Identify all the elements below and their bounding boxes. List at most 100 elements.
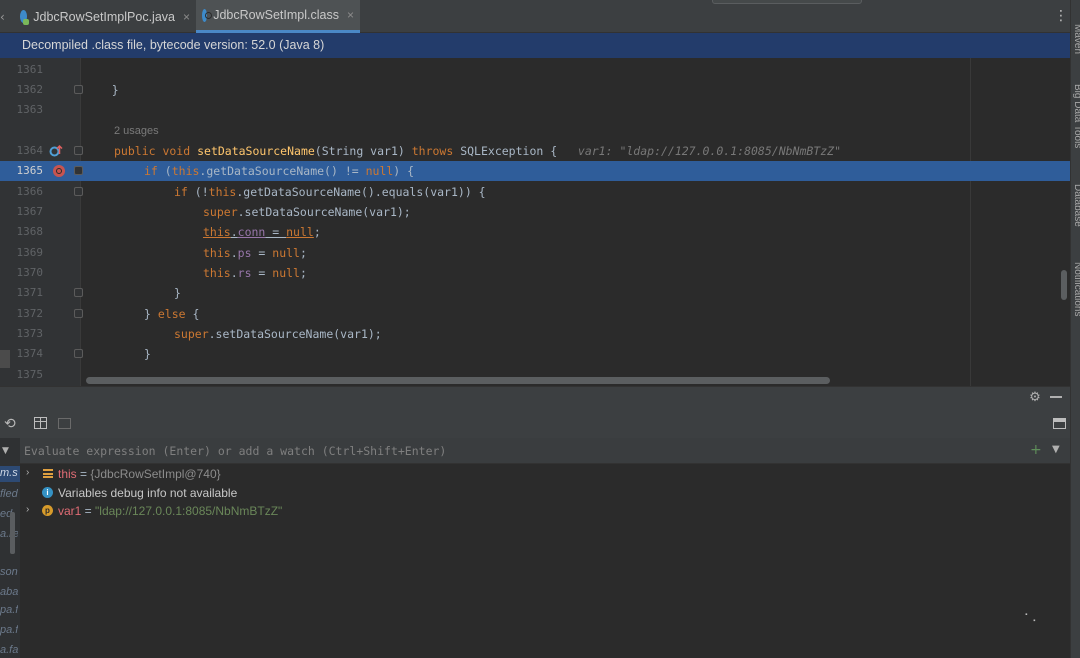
code-line-current: 1365 if (this.getDataSourceName() != nul… — [0, 161, 1070, 181]
fold-icon[interactable] — [74, 309, 83, 318]
frame-item[interactable]: pa.f — [0, 604, 18, 616]
add-watch-icon[interactable]: + — [1030, 442, 1042, 458]
minimize-icon[interactable] — [1050, 396, 1062, 398]
frames-scrollbar[interactable] — [10, 512, 15, 554]
variable-entry: this = {JdbcRowSetImpl@740} — [58, 467, 221, 481]
code-editor[interactable]: 1361 1362 } 1363 2 usages 1364 public vo… — [0, 58, 1070, 386]
close-tab-icon[interactable]: × — [183, 10, 190, 24]
debug-panel-header — [0, 386, 1070, 410]
code-line: 1366 if (!this.getDataSourceName().equal… — [0, 182, 1070, 202]
code-text: } — [174, 286, 181, 300]
code-line: 1361 — [0, 60, 1070, 80]
frame-item[interactable]: son — [0, 566, 18, 578]
line-number: 1373 — [16, 327, 44, 340]
layout-settings-icon[interactable] — [1053, 418, 1066, 429]
variable-row-info: i Variables debug info not available — [20, 484, 1070, 503]
code-line: 1367 super.setDataSourceName(var1); — [0, 202, 1070, 222]
code-line: 1370 this.rs = null; — [0, 263, 1070, 283]
code-text: if (this.getDataSourceName() != null) { — [144, 164, 415, 178]
expand-arrow-icon[interactable]: › — [26, 467, 36, 478]
frame-item[interactable]: fled — [0, 488, 18, 500]
line-number: 1368 — [16, 225, 44, 238]
line-number: 1364 — [16, 144, 44, 157]
override-method-icon[interactable] — [49, 144, 63, 158]
fold-icon[interactable] — [74, 85, 83, 94]
variable-entry: var1 = "ldap://127.0.0.1:8085/NbNmBTzZ" — [58, 504, 283, 518]
line-number: 1367 — [16, 205, 44, 218]
info-icon: i — [42, 487, 53, 498]
line-number: 1372 — [16, 307, 44, 320]
code-line: 1369 this.ps = null; — [0, 243, 1070, 263]
method-signature: public void setDataSourceName(String var… — [114, 144, 842, 158]
debug-toolbar — [0, 410, 1070, 438]
frame-item[interactable]: a.fa — [0, 644, 18, 656]
expand-arrow-icon[interactable]: › — [26, 504, 36, 515]
frame-item[interactable]: a.re — [0, 528, 18, 540]
tab-scroll-left-icon[interactable]: ‹ — [0, 10, 8, 24]
chevron-down-icon[interactable]: ▼ — [1052, 444, 1064, 455]
line-number: 1369 — [16, 246, 44, 259]
code-line: 1373 super.setDataSourceName(var1); — [0, 324, 1070, 344]
evaluate-expression-input[interactable] — [24, 444, 984, 458]
tab-jdbcrowsetimpl-class[interactable]: JdbcRowSetImpl.class × — [196, 0, 360, 33]
tab-label: JdbcRowSetImpl.class — [213, 8, 339, 22]
debug-info-message: Variables debug info not available — [58, 486, 238, 500]
usages-hint[interactable]: 2 usages — [114, 125, 159, 137]
gear-icon[interactable]: ⚙ — [1028, 390, 1042, 405]
variable-row-var1[interactable]: › p var1 = "ldap://127.0.0.1:8085/NbNmBT… — [20, 502, 1070, 521]
breakpoint-icon[interactable] — [53, 165, 65, 177]
code-line: 1372 } else { — [0, 304, 1070, 324]
code-text: this.conn = null; — [203, 225, 321, 239]
line-number: 1366 — [16, 185, 44, 198]
tool-window-notifications[interactable]: Notifications — [1072, 262, 1080, 316]
variable-row-this[interactable]: › this = {JdbcRowSetImpl@740} — [20, 465, 1070, 484]
line-number: 1361 — [16, 63, 44, 76]
code-line: 1362 } — [0, 80, 1070, 100]
inline-value-hint: var1: "ldap://127.0.0.1:8085/NbNmBTzZ" — [577, 144, 842, 158]
code-line: 1374 } — [0, 344, 1070, 364]
parameter-icon: p — [42, 505, 53, 516]
horizontal-scrollbar[interactable] — [86, 377, 830, 384]
code-text: if (!this.getDataSourceName().equals(var… — [174, 185, 486, 199]
vertical-scrollbar-marker[interactable] — [1061, 270, 1067, 300]
code-line: 1364 public void setDataSourceName(Strin… — [0, 141, 1070, 161]
fold-icon[interactable] — [74, 187, 83, 196]
tool-window-big-data-tools[interactable]: Big Data Tools — [1072, 84, 1080, 148]
code-line: 1363 — [0, 100, 1070, 120]
fold-icon[interactable] — [74, 166, 83, 175]
more-options-icon[interactable]: ⋮ — [1054, 8, 1068, 24]
resize-grip-icon: ⠁⠄ — [1024, 612, 1041, 625]
frame-item[interactable]: pa.f — [0, 624, 18, 636]
undo-icon[interactable]: ⟲ — [4, 416, 18, 432]
tool-window-maven[interactable]: Maven — [1072, 24, 1080, 54]
code-line: 1368 this.conn = null; — [0, 222, 1070, 242]
class-file-icon — [202, 8, 213, 22]
table-view-icon[interactable] — [34, 417, 47, 429]
fold-icon[interactable] — [74, 146, 83, 155]
frame-item[interactable]: m.s — [0, 467, 18, 479]
chevron-down-icon[interactable]: ▼ — [2, 446, 14, 456]
top-search-field[interactable] — [712, 0, 862, 4]
frame-item[interactable]: ed — [0, 508, 18, 520]
code-text: } else { — [144, 307, 200, 321]
structure-strip-marker — [0, 350, 10, 368]
line-number: 1365 — [16, 164, 44, 177]
line-number: 1371 — [16, 286, 44, 299]
line-number: 1370 — [16, 266, 44, 279]
code-text: this.rs = null; — [203, 266, 307, 280]
fold-icon[interactable] — [74, 349, 83, 358]
object-field-icon — [43, 469, 53, 478]
close-tab-icon[interactable]: × — [347, 8, 354, 22]
code-line: 1371 } — [0, 283, 1070, 303]
line-number: 1362 — [16, 83, 44, 96]
line-number: 1363 — [16, 103, 44, 116]
java-class-icon — [20, 10, 30, 25]
code-line: 2 usages — [0, 121, 1070, 141]
tool-window-database[interactable]: Database — [1072, 184, 1080, 227]
frame-item[interactable]: aba — [0, 586, 18, 598]
tab-jdbcrowsetimplpoc[interactable]: JdbcRowSetImplPoc.java × — [14, 0, 196, 33]
code-text: } — [84, 83, 119, 97]
split-view-icon[interactable] — [58, 418, 71, 429]
fold-icon[interactable] — [74, 288, 83, 297]
line-number: 1375 — [16, 368, 44, 381]
